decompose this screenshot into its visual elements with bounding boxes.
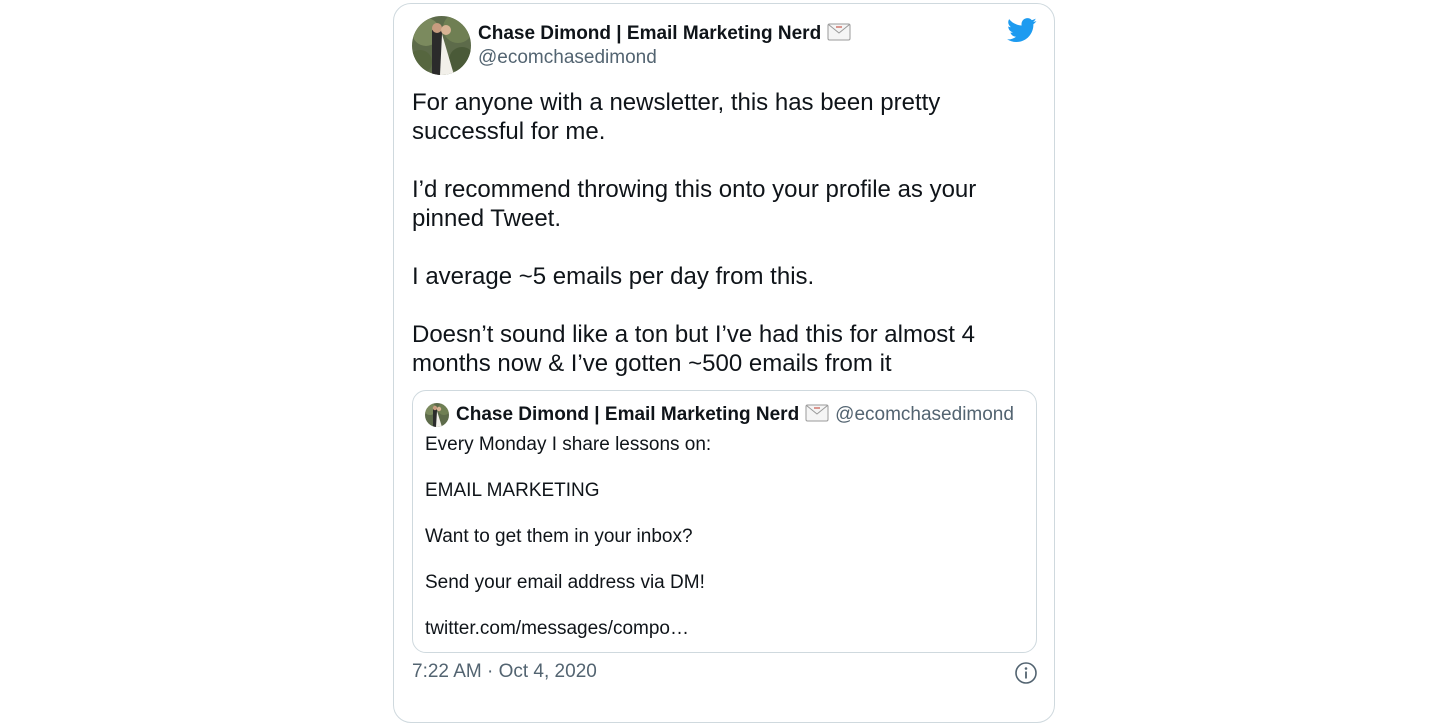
tweet-card[interactable]: Chase Dimond | Email Marketing Nerd @eco… xyxy=(393,3,1055,723)
author-avatar[interactable] xyxy=(412,16,471,75)
tweet-timestamp[interactable]: 7:22 AM · Oct 4, 2020 xyxy=(412,661,597,683)
tweet-paragraph: I average ~5 emails per day from this. xyxy=(412,263,815,290)
tweet-paragraph: Doesn’t sound like a ton but I’ve had th… xyxy=(412,321,975,377)
tweet-paragraph: For anyone with a newsletter, this has b… xyxy=(412,89,941,145)
twitter-bird-icon[interactable] xyxy=(1007,18,1037,48)
tweet-text: For anyone with a newsletter, this has b… xyxy=(412,88,1042,407)
quoted-paragraph: EMAIL MARKETING xyxy=(425,480,600,501)
quoted-paragraph: Every Monday I share lessons on: xyxy=(425,434,712,455)
info-icon[interactable] xyxy=(1014,661,1038,690)
quoted-link[interactable]: twitter.com/messages/compo… xyxy=(425,617,1025,641)
author-name-text[interactable]: Chase Dimond | Email Marketing Nerd xyxy=(478,23,821,44)
envelope-icon xyxy=(827,23,851,47)
quoted-author-line[interactable]: Chase Dimond | Email Marketing Nerd @ecom… xyxy=(456,404,1014,428)
quoted-author-avatar[interactable] xyxy=(425,403,449,427)
quoted-author-handle[interactable]: @ecomchasedimond xyxy=(835,404,1014,425)
tweet-paragraph: I’d recommend throwing this onto your pr… xyxy=(412,176,977,232)
author-handle[interactable]: @ecomchasedimond xyxy=(478,47,657,69)
quoted-tweet-text: Every Monday I share lessons on: EMAIL M… xyxy=(425,433,1025,663)
quoted-tweet[interactable]: Chase Dimond | Email Marketing Nerd @ecom… xyxy=(412,390,1037,653)
quoted-paragraph: Want to get them in your inbox? xyxy=(425,526,693,547)
quoted-paragraph: Send your email address via DM! xyxy=(425,572,705,593)
envelope-icon xyxy=(805,404,829,428)
author-name[interactable]: Chase Dimond | Email Marketing Nerd xyxy=(478,23,851,47)
quoted-author-name[interactable]: Chase Dimond | Email Marketing Nerd xyxy=(456,404,799,425)
